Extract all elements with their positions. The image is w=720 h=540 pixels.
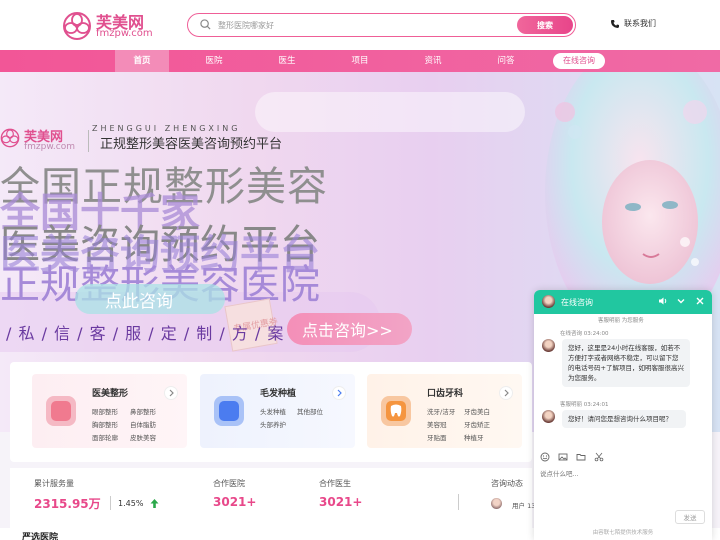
brand-domain: fmzpw.com: [96, 28, 153, 39]
chat-message-meta: 在线咨询 03:24:00: [560, 331, 609, 337]
agent-avatar: [542, 339, 555, 352]
category-sub-item[interactable]: 牙贴面: [427, 432, 447, 442]
tooth-icon: [381, 396, 411, 426]
hero-decoration: [255, 92, 525, 132]
stat-doctors-value: 3021+: [319, 495, 363, 509]
nav-item-qa[interactable]: 问答: [479, 50, 533, 72]
folder-icon[interactable]: [576, 452, 586, 464]
flower-logo-icon: [63, 12, 91, 40]
stat-hospitals-value: 3021+: [213, 495, 257, 509]
nav-item-doctors[interactable]: 医生: [260, 50, 314, 72]
chat-message-meta: 客服明丽 03:24:01: [560, 402, 609, 408]
agent-avatar: [542, 295, 555, 308]
section-title: 严选医院: [22, 533, 59, 540]
nav-item-projects[interactable]: 项目: [333, 50, 387, 72]
arrow-up-icon: [150, 499, 159, 508]
stat-service-value: 2315.95万: [34, 497, 101, 511]
category-sub-item[interactable]: 牙齿美白: [464, 406, 490, 416]
category-sub-item[interactable]: 鼻部整形: [130, 406, 156, 416]
nav-item-home[interactable]: 首页: [115, 50, 169, 72]
category-title: 口齿牙科: [427, 389, 464, 399]
category-title: 毛发种植: [260, 389, 297, 399]
stat-divider: [458, 494, 459, 510]
category-sub-item[interactable]: 眼部整形: [92, 406, 118, 416]
chat-title: 在线咨询: [561, 298, 593, 307]
chevron-down-icon[interactable]: [675, 296, 687, 308]
search-button[interactable]: 搜索: [517, 16, 573, 34]
stat-dynamics-label: 咨询动态: [491, 479, 523, 488]
avatar: [491, 498, 502, 509]
hair-transplant-icon: [214, 396, 244, 426]
stat-growth-value: 1.45%: [118, 499, 144, 508]
category-title: 医美整形: [92, 389, 129, 399]
hero-tagline: 正规整形美容医美咨询预约平台: [100, 137, 283, 152]
category-sub-item[interactable]: 牙齿矫正: [464, 419, 490, 429]
stat-hospitals-label: 合作医院: [213, 479, 245, 488]
send-button[interactable]: 发送: [675, 510, 705, 524]
chat-agent-note: 客服明丽 为您服务: [598, 318, 644, 324]
category-sub-item[interactable]: 头部养护: [260, 419, 286, 429]
category-sub-item[interactable]: 皮肤美容: [130, 432, 156, 442]
nav-item-hospitals[interactable]: 医院: [187, 50, 241, 72]
volume-icon[interactable]: [657, 296, 669, 308]
search-box: 搜索: [187, 13, 576, 37]
image-icon[interactable]: [558, 452, 568, 464]
category-sub-item[interactable]: 洗牙/洁牙: [427, 406, 455, 416]
chat-header[interactable]: 在线咨询: [534, 290, 712, 314]
category-card-dental[interactable]: 口齿牙科 洗牙/洁牙 牙齿美白 美容冠 牙齿矫正 牙贴面 种植牙: [367, 374, 522, 448]
chevron-right-icon[interactable]: [332, 386, 346, 400]
chevron-right-icon[interactable]: [164, 386, 178, 400]
cosmetic-surgery-icon: [46, 396, 76, 426]
chat-footer: 由容联七陌提供技术服务: [592, 530, 654, 536]
stat-dynamics-user: 用户 13: [512, 502, 536, 510]
category-card-hair[interactable]: 毛发种植 头发种植 其他部位 头部养护: [200, 374, 355, 448]
hero-consult-pill-label: 点此咨询: [105, 292, 173, 312]
contact-label: 联系我们: [624, 19, 656, 28]
hero-divider: [88, 130, 89, 152]
hero-pinyin: ZHENGGUI ZHENGXING: [92, 124, 241, 133]
stat-doctors-label: 合作医生: [319, 479, 351, 488]
emoji-icon[interactable]: [540, 452, 550, 464]
chat-toolbar: [534, 450, 712, 464]
scissors-icon[interactable]: [594, 452, 604, 464]
hero-cta-label: 点击咨询>>: [302, 321, 393, 340]
chat-widget: 在线咨询 客服明丽 为您服务 在线咨询 03:24:00 您好，这里是24小时在…: [534, 290, 712, 540]
search-icon: [200, 19, 211, 30]
category-sub-item[interactable]: 胸部整形: [92, 419, 118, 429]
main-nav: 首页 医院 医生 项目 资讯 问答 在线咨询: [0, 50, 720, 72]
search-input[interactable]: [218, 18, 488, 32]
category-sub-item[interactable]: 其他部位: [297, 406, 323, 416]
chat-message: 您好！请问您是想咨询什么项目呢？: [562, 410, 686, 428]
stat-divider: [110, 496, 111, 510]
contact-link[interactable]: 联系我们: [610, 18, 656, 29]
stats-panel: 累计服务量 2315.95万 1.45% 合作医院 3021+ 合作医生 302…: [10, 468, 536, 528]
flower-logo-icon: [0, 128, 20, 148]
chat-message: 您好，这里是24小时在线客服，如若不方便打字或者网络不稳定，可以留下您的电话号码…: [562, 339, 690, 387]
category-sub-item[interactable]: 头发种植: [260, 406, 286, 416]
close-icon[interactable]: [694, 296, 706, 308]
nav-consult-button[interactable]: 在线咨询: [553, 53, 605, 69]
chevron-right-icon[interactable]: [499, 386, 513, 400]
nav-item-news[interactable]: 资讯: [406, 50, 460, 72]
chat-input[interactable]: [540, 468, 706, 504]
stat-service-label: 累计服务量: [34, 479, 74, 488]
category-cards-panel: 医美整形 眼部整形 鼻部整形 胸部整形 自体脂肪 面部轮廓 皮肤美容 毛发种植 …: [10, 362, 532, 462]
category-sub-item[interactable]: 面部轮廓: [92, 432, 118, 442]
category-sub-item[interactable]: 美容冠: [427, 419, 447, 429]
hero-brand-domain: fmzpw.com: [24, 142, 75, 152]
category-sub-item[interactable]: 自体脂肪: [130, 419, 156, 429]
hero-services-line: / 私 / 信 / 客 / 服 / 定 / 制 / 方 / 案: [6, 324, 285, 343]
site-header: 芙美网 fmzpw.com 搜索 联系我们: [0, 0, 720, 50]
category-sub-item[interactable]: 种植牙: [464, 432, 484, 442]
agent-avatar: [542, 410, 555, 423]
category-card-cosmetic[interactable]: 医美整形 眼部整形 鼻部整形 胸部整形 自体脂肪 面部轮廓 皮肤美容: [32, 374, 187, 448]
phone-icon: [611, 19, 619, 28]
